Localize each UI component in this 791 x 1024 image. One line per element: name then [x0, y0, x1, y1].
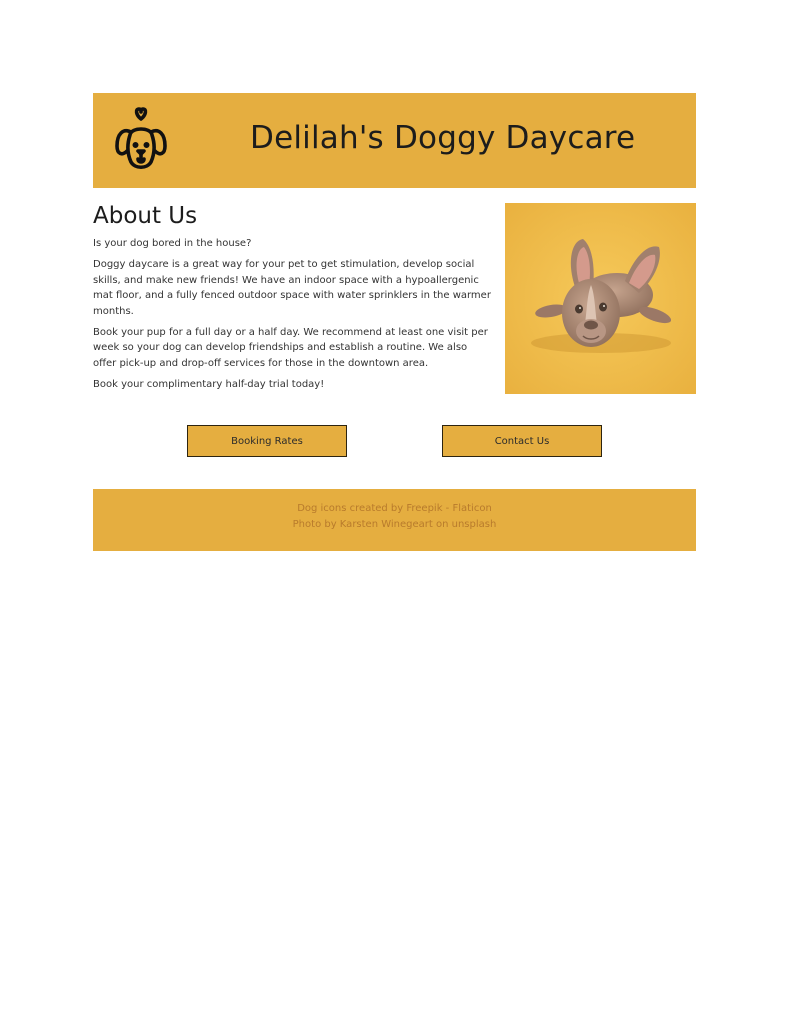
contact-us-button[interactable]: Contact Us: [442, 425, 602, 457]
dog-heart-icon: [111, 106, 171, 172]
about-section: About Us Is your dog bored in the house?…: [93, 203, 696, 425]
about-paragraph: Doggy daycare is a great way for your pe…: [93, 259, 491, 317]
puppy-photo: [505, 203, 696, 394]
about-text: About Us Is your dog bored in the house?…: [93, 203, 493, 393]
action-buttons: Booking Rates Contact Us: [93, 425, 696, 489]
photo-credit[interactable]: Photo by Karsten Winegeart on unsplash: [93, 517, 696, 533]
booking-rates-button[interactable]: Booking Rates: [187, 425, 347, 457]
about-paragraph: Book your complimentary half-day trial t…: [93, 379, 325, 391]
site-footer: Dog icons created by Freepik - Flaticon …: [93, 489, 696, 551]
site-title: Delilah's Doggy Daycare: [250, 120, 636, 156]
site-header: Delilah's Doggy Daycare: [93, 93, 696, 188]
about-heading: About Us: [93, 203, 198, 229]
about-paragraph: Is your dog bored in the house?: [93, 238, 252, 249]
icon-credit[interactable]: Dog icons created by Freepik - Flaticon: [93, 501, 696, 517]
about-paragraph: Book your pup for a full day or a half d…: [93, 327, 488, 369]
page-container: Delilah's Doggy Daycare About Us Is your…: [93, 93, 696, 551]
